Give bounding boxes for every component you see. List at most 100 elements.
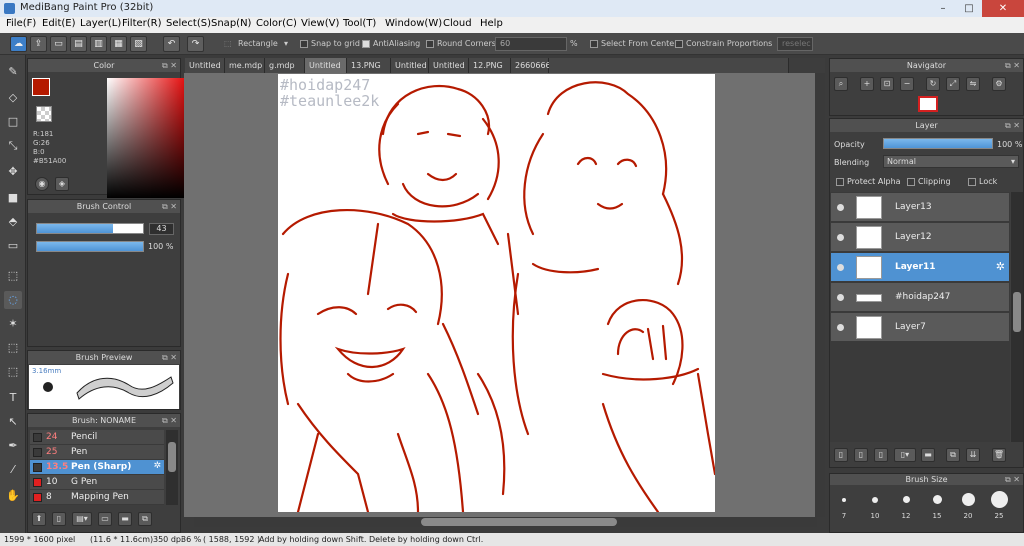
close-button[interactable]: ✕ [982, 0, 1024, 17]
tab-13-png[interactable]: Untitled [391, 58, 429, 73]
blending-select[interactable]: Normal ▾ [883, 155, 1019, 168]
brush-size-value[interactable]: 43 [149, 223, 174, 235]
visibility-icon[interactable] [837, 264, 844, 271]
brush-size-10[interactable]: 10 [861, 484, 889, 524]
layer-list-scrollbar[interactable] [1011, 192, 1023, 442]
select-center-checkbox[interactable]: Select From Center [590, 39, 678, 48]
brush-size-15[interactable]: 15 [923, 484, 951, 524]
brush-item-mapping-pen[interactable]: 8 Mapping Pen [30, 490, 164, 505]
eraser-tool-icon[interactable]: ◇ [4, 89, 22, 107]
menu-file[interactable]: File(F) [6, 18, 36, 29]
color-saturation-box[interactable] [107, 78, 191, 198]
horizontal-scroll-thumb[interactable] [421, 518, 617, 526]
menu-cloud[interactable]: Cloud [443, 18, 472, 29]
menu-snap[interactable]: Snap(N) [211, 18, 251, 29]
brush-size-20[interactable]: 20 [954, 484, 982, 524]
visibility-icon[interactable] [837, 324, 844, 331]
grid-icon[interactable]: ▦ [110, 36, 127, 52]
menu-color[interactable]: Color(C) [256, 18, 297, 29]
visibility-icon[interactable] [837, 294, 844, 301]
brush-item-pencil[interactable]: 24 Pencil [30, 430, 164, 445]
dropdown-arrow-icon[interactable]: ▾ [284, 39, 288, 48]
lock-checkbox[interactable]: Lock [968, 177, 997, 186]
gear-icon[interactable]: ✲ [153, 461, 161, 471]
flip-icon[interactable]: ⇋ [966, 77, 980, 91]
fit-screen-icon[interactable]: ⤢ [946, 77, 960, 91]
brush-folder-icon[interactable]: ▬ [118, 512, 132, 526]
document-icon[interactable]: ▥ [90, 36, 107, 52]
brush-item-pen-sharp[interactable]: 13.5 Pen (Sharp) ✲ [30, 460, 164, 475]
duplicate-brush-icon[interactable]: ⧉ [138, 512, 152, 526]
brush-tool-icon[interactable]: ✎ [4, 63, 22, 81]
horizontal-scrollbar[interactable] [194, 517, 817, 527]
layer-row-layer7[interactable]: Layer7 [831, 313, 1009, 342]
reselect-button[interactable]: reselec [777, 37, 813, 51]
panel-controls-icon[interactable]: ⧉ ✕ [162, 59, 177, 72]
visibility-icon[interactable] [837, 204, 844, 211]
add-brush-icon[interactable]: ⬆ [32, 512, 46, 526]
color-wheel-icon[interactable]: ◉ [35, 177, 49, 191]
color-history-icon[interactable]: ◈ [55, 177, 69, 191]
add-layer-menu-icon[interactable]: ▯▾ [894, 448, 916, 462]
bucket-tool-icon[interactable]: ⬘ [4, 213, 22, 231]
duplicate-layer-icon[interactable]: ⧉ [946, 448, 960, 462]
gear-icon[interactable]: ✲ [996, 260, 1005, 273]
brush-item-g-pen[interactable]: 10 G Pen [30, 475, 164, 490]
move-tool-icon[interactable]: ✥ [4, 163, 22, 181]
tab-untitled-1[interactable]: Untitled [185, 58, 225, 73]
new-halftone-layer-icon[interactable]: ▯ [854, 448, 868, 462]
layer-row-layer13[interactable]: Layer13 [831, 193, 1009, 222]
foreground-color-swatch[interactable] [32, 78, 50, 96]
brush-item-pen[interactable]: 25 Pen [30, 445, 164, 460]
brush-size-slider[interactable] [36, 223, 144, 234]
merge-layer-icon[interactable]: ⇊ [966, 448, 980, 462]
tab-g-mdp[interactable]: Untitled [305, 58, 347, 73]
navigator-thumbnail[interactable] [918, 96, 938, 112]
menu-filter[interactable]: Filter(R) [122, 18, 162, 29]
select-tool-icon[interactable]: ⬚ [4, 267, 22, 285]
protect-alpha-checkbox[interactable]: Protect Alpha [836, 177, 901, 186]
brush-size-25[interactable]: 25 [985, 484, 1013, 524]
panel-controls-icon[interactable]: ⧉ ✕ [162, 351, 177, 364]
hand-tool-icon[interactable]: ✋ [4, 487, 22, 505]
new-brush-icon[interactable]: ▯ [52, 512, 66, 526]
operation-tool-icon[interactable]: ↖ [4, 413, 22, 431]
share-icon[interactable]: ⇪ [30, 36, 47, 52]
magic-wand-tool-icon[interactable]: ✶ [4, 315, 22, 333]
layer-opacity-slider[interactable] [883, 138, 993, 149]
minimize-button[interactable]: – [930, 0, 956, 17]
antialiasing-checkbox[interactable]: AntiAliasing [362, 39, 420, 48]
menu-window[interactable]: Window(W) [385, 18, 442, 29]
navigator-settings-icon[interactable]: ⚙ [992, 77, 1006, 91]
delete-layer-icon[interactable]: 🗑 [992, 448, 1006, 462]
tab-untitled-5[interactable]: 12.PNG [469, 58, 511, 73]
folder-icon[interactable]: ▬ [921, 448, 935, 462]
select-pen-tool-icon[interactable]: ⬚ [4, 339, 22, 357]
snap-grid-checkbox[interactable]: Snap to grid [300, 39, 360, 48]
rectangle-tool-icon[interactable]: □ [4, 113, 22, 131]
menu-edit[interactable]: Edit(E) [42, 18, 76, 29]
layer-row-layer12[interactable]: Layer12 [831, 223, 1009, 252]
undo-icon[interactable]: ↶ [163, 36, 180, 52]
tab-untitled-3[interactable]: 13.PNG [347, 58, 391, 73]
maximize-button[interactable]: □ [956, 0, 982, 17]
cloud-icon[interactable]: ☁ [10, 36, 27, 52]
panel-controls-icon[interactable]: ⧉ ✕ [1005, 59, 1020, 72]
brush-list-scrollbar[interactable] [166, 430, 178, 505]
eyedropper-tool-icon[interactable]: ✒ [4, 437, 22, 455]
text-tool-icon[interactable]: T [4, 389, 22, 407]
layer-row-hoidap[interactable]: #hoidap247 [831, 283, 1009, 312]
new-8bit-layer-icon[interactable]: ▯ [874, 448, 888, 462]
drawing-canvas[interactable]: #hoidap247 #teaunlee2k [278, 74, 715, 512]
brush-list-scroll-thumb[interactable] [168, 442, 176, 472]
clipping-checkbox[interactable]: Clipping [907, 177, 951, 186]
list-icon[interactable]: ▧ [130, 36, 147, 52]
visibility-icon[interactable] [837, 234, 844, 241]
transparent-color-swatch[interactable] [36, 106, 52, 122]
chat-icon[interactable]: ▤ [70, 36, 87, 52]
shape-select[interactable]: Rectangle [238, 39, 278, 48]
layer-row-layer11[interactable]: Layer11 ✲ [831, 253, 1009, 282]
brush-size-7[interactable]: 7 [830, 484, 858, 524]
tab-untitled-2[interactable]: g.mdp [265, 58, 305, 73]
lasso-tool-icon[interactable]: ◌ [4, 291, 22, 309]
